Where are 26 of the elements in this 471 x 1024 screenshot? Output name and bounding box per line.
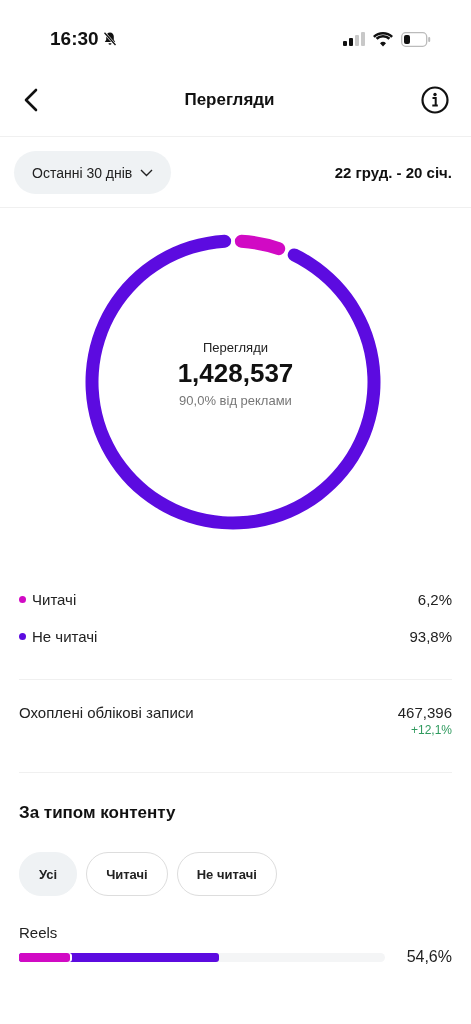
chevron-down-icon: [140, 168, 154, 177]
legend-label: Не читачі: [32, 628, 99, 645]
reach-value: 467,396: [397, 704, 452, 721]
content-type-value: 54,6%: [406, 948, 452, 966]
content-type-label: Reels: [19, 924, 58, 941]
chart-label: Перегляди: [203, 340, 268, 355]
filter-chip[interactable]: Читачі: [86, 852, 168, 896]
page-title: Перегляди: [184, 90, 275, 110]
total-views: 1,428,537: [177, 358, 294, 389]
reach-change: +12,1%: [410, 723, 452, 737]
reach-label: Охоплені облікові записи: [19, 704, 194, 723]
back-button[interactable]: [22, 86, 40, 114]
legend-value: 93,8%: [409, 628, 452, 645]
battery-icon: [401, 31, 431, 47]
legend-label: Читачі: [32, 591, 78, 608]
filter-chip[interactable]: Усі: [19, 852, 78, 896]
filter-chip[interactable]: Не читачі: [176, 852, 277, 896]
wifi-icon: [373, 31, 393, 47]
section-title: За типом контенту: [18, 802, 177, 823]
ads-share: 90,0% від реклами: [179, 393, 292, 408]
date-range: 22 груд. - 20 січ.: [334, 164, 452, 181]
legend-value: 6,2%: [417, 591, 452, 608]
info-button[interactable]: [419, 84, 451, 116]
clock: 16:30: [50, 28, 99, 50]
period-dropdown[interactable]: Останні 30 днів: [14, 151, 172, 194]
signal-icon: [343, 32, 365, 46]
